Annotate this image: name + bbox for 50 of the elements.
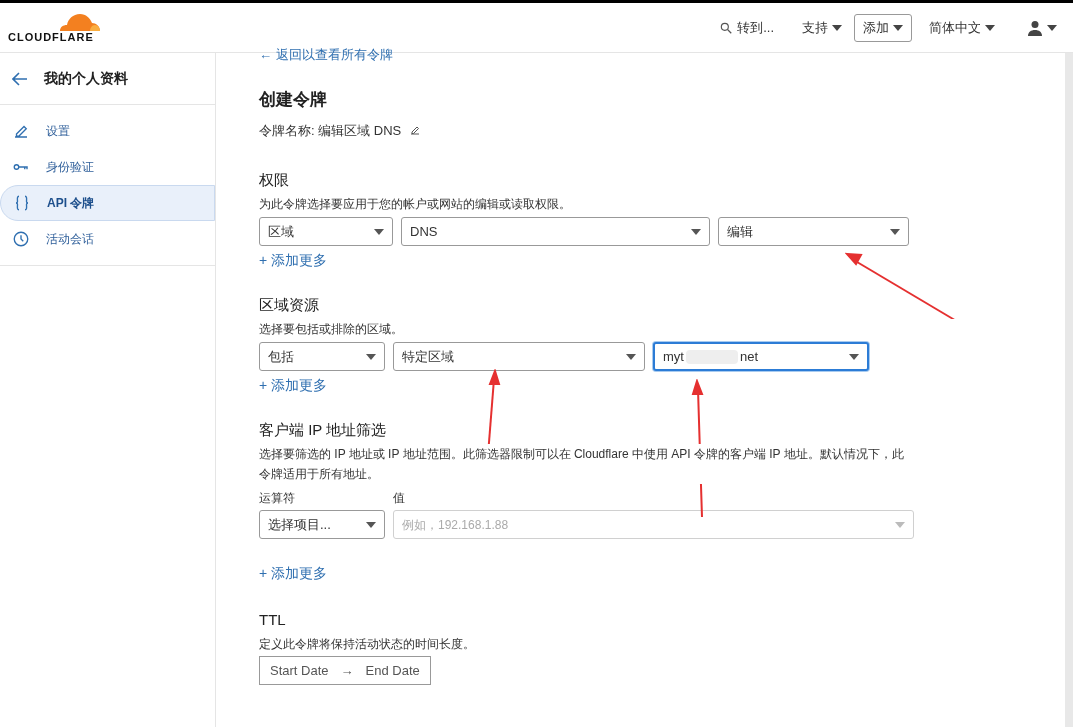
caret-icon	[890, 228, 900, 235]
sidebar-item[interactable]: 身份验证	[0, 149, 215, 185]
caret-icon	[1047, 24, 1057, 31]
dropdown-select[interactable]: 特定区域	[393, 342, 645, 371]
menu-dropdown[interactable]: 添加	[854, 13, 912, 42]
token-name: 令牌名称: 编辑区域 DNS	[259, 121, 402, 140]
sidebar-item[interactable]: API 令牌	[0, 185, 215, 221]
date-range-field[interactable]: Start Date → End Date	[259, 656, 431, 685]
clock-icon	[12, 230, 30, 248]
caret-icon	[895, 521, 905, 528]
search-button[interactable]: 转到...	[719, 17, 774, 38]
dropdown-select[interactable]: 编辑	[718, 217, 909, 246]
menu-dropdown[interactable]: 简体中文	[929, 17, 995, 38]
sidebar-title: 我的个人资料	[44, 69, 128, 88]
caret-icon	[366, 521, 376, 528]
caret-icon	[893, 24, 903, 31]
page-title: 创建令牌	[259, 89, 328, 111]
add-more-link[interactable]: + 添加更多	[259, 563, 328, 584]
caret-icon	[985, 24, 995, 31]
dropdown-select[interactable]: 选择项目...	[259, 510, 385, 539]
user-icon	[1027, 19, 1043, 36]
add-more-link[interactable]: + 添加更多	[259, 375, 328, 396]
sidebar-item[interactable]: 活动会话	[0, 221, 215, 257]
add-more-link[interactable]: + 添加更多	[259, 250, 328, 271]
dropdown-select[interactable]: 包括	[259, 342, 385, 371]
field-label: 运算符	[259, 490, 296, 507]
pencil-icon[interactable]	[409, 124, 422, 137]
logo[interactable]: CLOUDFLARE	[8, 12, 103, 43]
account-menu[interactable]	[1027, 19, 1057, 36]
dropdown-select[interactable]: 区域	[259, 217, 393, 246]
dropdown-select[interactable]: DNS	[401, 217, 710, 246]
braces-icon	[13, 194, 31, 212]
section-heading: 区域资源	[259, 295, 320, 315]
caret-icon	[849, 353, 859, 360]
caret-icon	[832, 24, 842, 31]
menu-dropdown[interactable]: 支持	[802, 17, 842, 38]
caret-icon	[626, 353, 636, 360]
field-label: 值	[393, 490, 406, 507]
back-link[interactable]: ← 返回以查看所有令牌	[259, 45, 393, 65]
section-heading: TTL	[259, 610, 287, 630]
caret-icon	[691, 228, 701, 235]
back-arrow-icon[interactable]	[12, 71, 28, 86]
caret-icon	[374, 228, 384, 235]
sidebar-item[interactable]: 设置	[0, 113, 215, 149]
scrollbar[interactable]	[1065, 53, 1073, 727]
section-heading: 客户端 IP 地址筛选	[259, 420, 388, 440]
section-heading: 权限	[259, 170, 290, 190]
caret-icon	[366, 353, 376, 360]
dropdown-select[interactable]: myt net	[653, 342, 869, 371]
search-icon	[719, 20, 734, 35]
